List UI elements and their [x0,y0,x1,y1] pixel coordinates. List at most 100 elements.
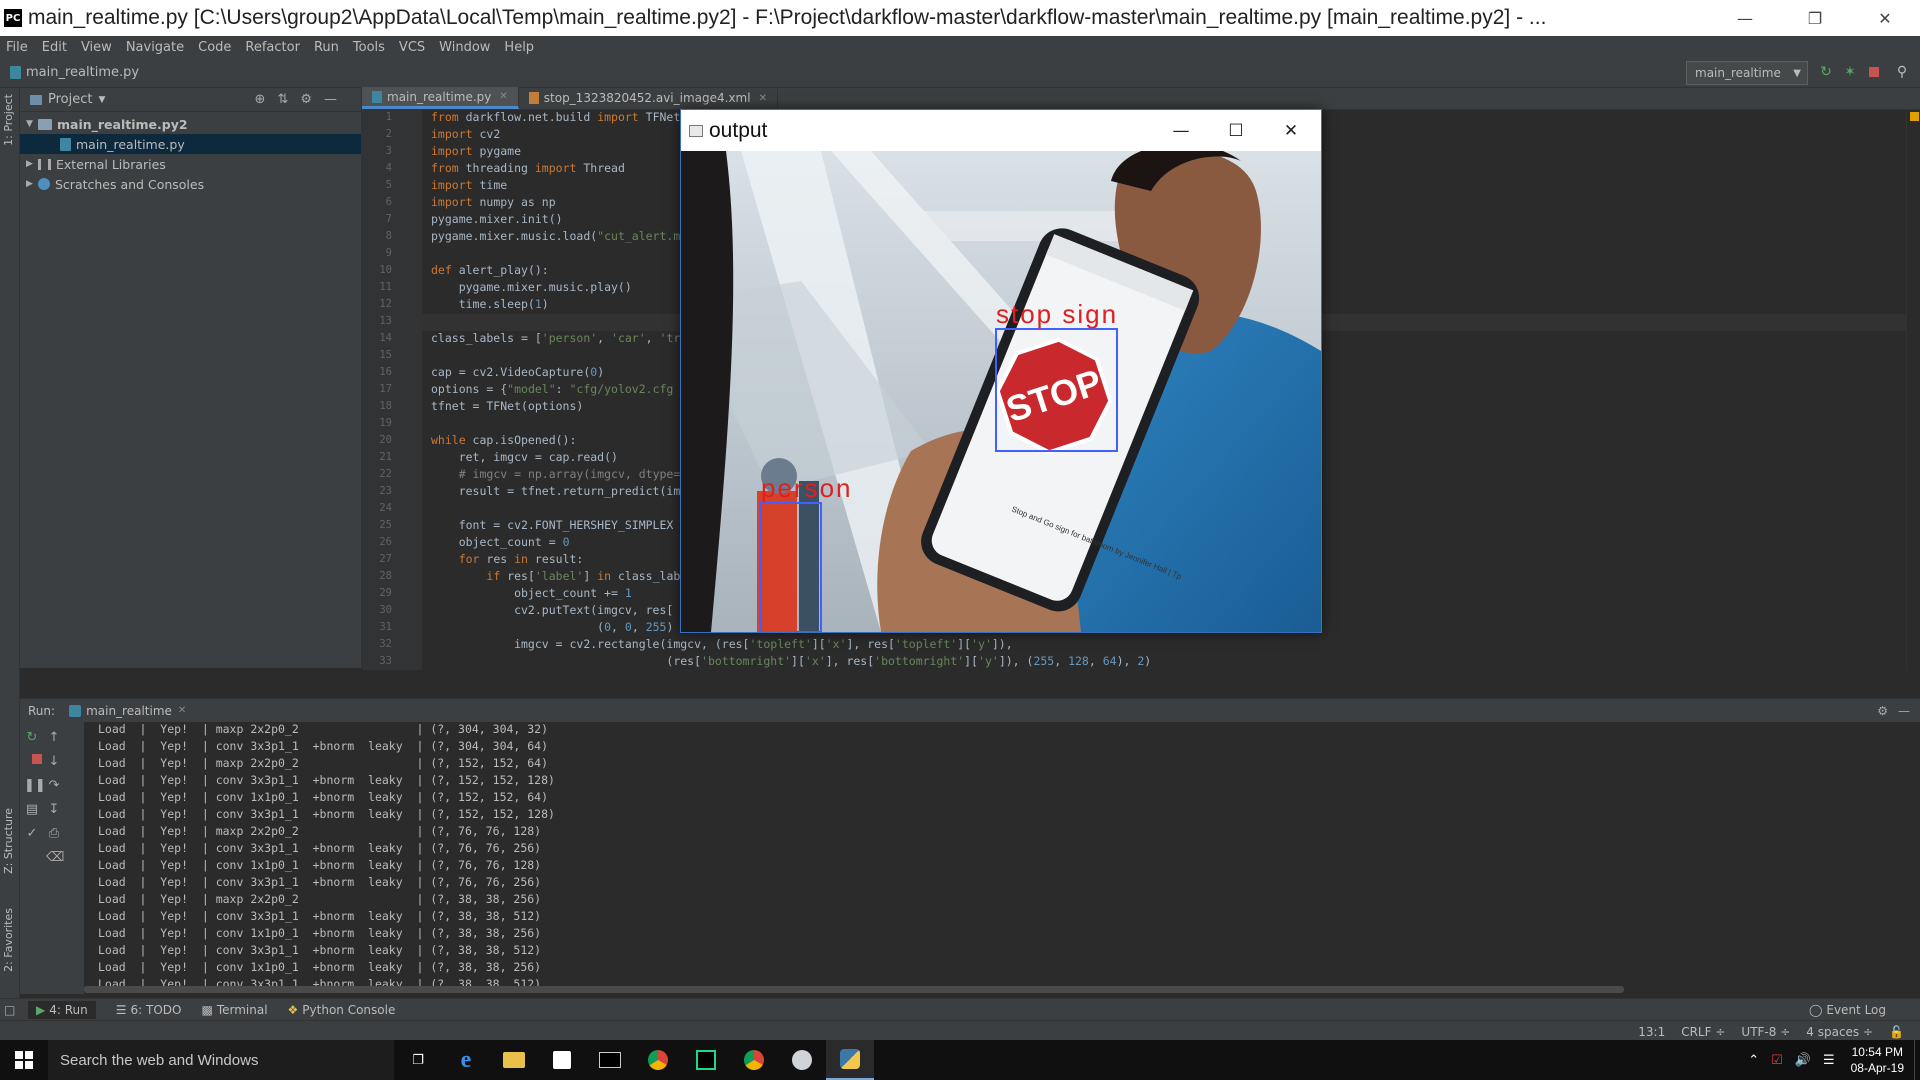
debug-bug-icon[interactable]: ✶ [1842,64,1858,80]
code-line[interactable]: ret, imgcv = cap.read() [431,450,618,467]
action-center-icon[interactable]: ☰ [1823,1053,1835,1068]
expand-arrow-icon[interactable]: ▼ [26,119,38,129]
code-line[interactable]: while cap.isOpened(): [431,433,576,450]
code-line[interactable]: import cv2 [431,127,500,144]
show-desktop-button[interactable] [1914,1040,1920,1080]
tree-item-scratches[interactable]: ▶ Scratches and Consoles [20,174,361,194]
close-tab-icon[interactable]: ✕ [499,91,507,102]
python-app-icon[interactable] [778,1040,826,1080]
output-window-titlebar[interactable]: output — ☐ ✕ [681,110,1321,151]
output-window[interactable]: output — ☐ ✕ STOP Stop and Go sign for b… [680,109,1322,633]
line-separator[interactable]: CRLF ÷ [1681,1025,1725,1039]
tray-chevron-up-icon[interactable]: ⌃ [1748,1053,1759,1068]
close-icon[interactable]: ✕ [1261,110,1321,151]
tab-stop-xml[interactable]: stop_1323820452.avi_image4.xml ✕ [519,87,778,109]
code-line[interactable]: pygame.mixer.music.play() [431,280,632,297]
menu-file[interactable]: File [6,40,28,55]
code-line[interactable]: def alert_play(): [431,263,549,280]
code-line[interactable]: pygame.mixer.music.load("cut_alert.m [431,229,680,246]
soft-wrap-icon[interactable]: ↷ [46,778,62,793]
close-tab-icon[interactable]: ✕ [178,705,186,716]
tree-item-main-realtime[interactable]: main_realtime.py [20,134,361,154]
hide-panel-icon[interactable]: — [1898,704,1910,718]
code-line[interactable]: import time [431,178,507,195]
layout-icon[interactable]: ▤ [24,802,40,817]
close-icon[interactable]: ✕ [1850,0,1920,36]
maximize-icon[interactable]: ☐ [1206,110,1266,151]
menu-vcs[interactable]: VCS [399,40,425,55]
menu-run[interactable]: Run [314,40,339,55]
restore-icon[interactable]: ❐ [1780,0,1850,36]
minimize-icon[interactable]: — [1710,0,1780,36]
menu-window[interactable]: Window [439,40,490,55]
print-icon[interactable]: ⎙ [46,826,62,841]
tab-todo[interactable]: ☰ 6: TODO [116,1003,182,1017]
indent-setting[interactable]: 4 spaces ÷ [1806,1025,1873,1039]
console-horizontal-scrollbar[interactable] [84,986,1624,993]
code-line[interactable]: from threading import Thread [431,161,625,178]
menu-edit[interactable]: Edit [42,40,67,55]
editor-error-stripe[interactable] [1906,110,1920,670]
code-line[interactable]: from darkflow.net.build import TFNet [431,110,680,127]
settings-gear-icon[interactable]: ⚙ [1877,704,1888,718]
collapse-arrow-icon[interactable]: ▶ [26,159,38,169]
code-line[interactable]: import numpy as np [431,195,556,212]
event-log-button[interactable]: ◯ Event Log [1809,1003,1886,1017]
breadcrumb[interactable]: main_realtime.py [10,65,139,80]
store-icon[interactable] [538,1040,586,1080]
structure-tool-tab[interactable]: Z: Structure [2,808,15,874]
scroll-to-end-icon[interactable]: ↧ [46,802,62,817]
tab-python-console[interactable]: ❖ Python Console [288,1003,396,1017]
toggle-panels-icon[interactable]: □ [4,1003,28,1017]
code-line[interactable]: # imgcv = np.array(imgcv, dtype= [431,467,681,484]
tree-item-project-root[interactable]: ▼ main_realtime.py2 [20,114,361,134]
chevron-down-icon[interactable]: ▼ [98,95,105,105]
file-encoding[interactable]: UTF-8 ÷ [1741,1025,1790,1039]
code-line[interactable]: cap = cv2.VideoCapture(0) [431,365,604,382]
warning-indicator-icon[interactable] [1910,112,1919,121]
taskbar-search-box[interactable]: Search the web and Windows [48,1040,394,1080]
close-tab-icon[interactable]: ✕ [759,93,767,104]
stop-icon[interactable] [1866,64,1882,80]
code-line[interactable]: cv2.putText(imgcv, res[ [431,603,673,620]
volume-icon[interactable]: 🔊 [1795,1053,1811,1068]
pycharm-icon[interactable] [682,1040,730,1080]
code-line[interactable]: imgcv = cv2.rectangle(imgcv, (res['tople… [431,637,1013,654]
project-tool-tab[interactable]: 1: Project [2,94,15,146]
code-line[interactable]: time.sleep(1) [431,297,549,314]
code-line[interactable]: class_labels = ['person', 'car', 'tr [431,331,680,348]
file-explorer-icon[interactable] [490,1040,538,1080]
pause-icon[interactable]: ❚❚ [24,778,46,793]
down-arrow-icon[interactable]: ↓ [46,754,62,769]
caret-position[interactable]: 13:1 [1638,1025,1665,1039]
run-console-output[interactable]: Load | Yep! | maxp 2x2p0_2 | (?, 304, 30… [84,722,1920,994]
code-line[interactable]: object_count = 0 [431,535,570,552]
chrome-icon[interactable] [730,1040,778,1080]
panel-toolbar-icons[interactable]: ⊕⇅⚙— [255,92,349,107]
run-tab-main-realtime[interactable]: main_realtime ✕ [69,704,186,718]
edge-browser-icon[interactable]: e [442,1040,490,1080]
chrome-icon[interactable] [634,1040,682,1080]
network-icon[interactable]: ☑ [1771,1053,1783,1068]
run-configuration-select[interactable]: main_realtime ▼ [1686,61,1808,85]
code-line[interactable]: options = {"model": "cfg/yolov2.cfg [431,382,673,399]
menu-navigate[interactable]: Navigate [126,40,184,55]
trash-icon[interactable]: ⌫ [46,850,64,865]
tree-item-external-libraries[interactable]: ▶ External Libraries [20,154,361,174]
code-line[interactable]: for res in result: [431,552,584,569]
code-line[interactable]: import pygame [431,144,521,161]
taskbar-clock[interactable]: 10:54 PM 08-Apr-19 [1841,1044,1914,1076]
tab-main-realtime[interactable]: main_realtime.py ✕ [362,87,519,109]
code-line[interactable]: (res['bottomright']['x'], res['bottomrig… [431,654,1151,670]
code-line[interactable]: (0, 0, 255) [431,620,673,637]
pin-icon[interactable]: ✓ [24,826,40,841]
tab-terminal[interactable]: ▩ Terminal [201,1003,267,1017]
menu-refactor[interactable]: Refactor [245,40,300,55]
code-line[interactable]: if res['label'] in class_lab [431,569,680,586]
project-header-label[interactable]: Project [48,92,92,107]
code-line[interactable]: tfnet = TFNet(options) [431,399,583,416]
menu-tools[interactable]: Tools [353,40,385,55]
code-line[interactable]: object_count += 1 [431,586,632,603]
rerun-icon[interactable]: ↻ [1818,64,1834,80]
rerun-icon[interactable]: ↻ [24,730,40,745]
